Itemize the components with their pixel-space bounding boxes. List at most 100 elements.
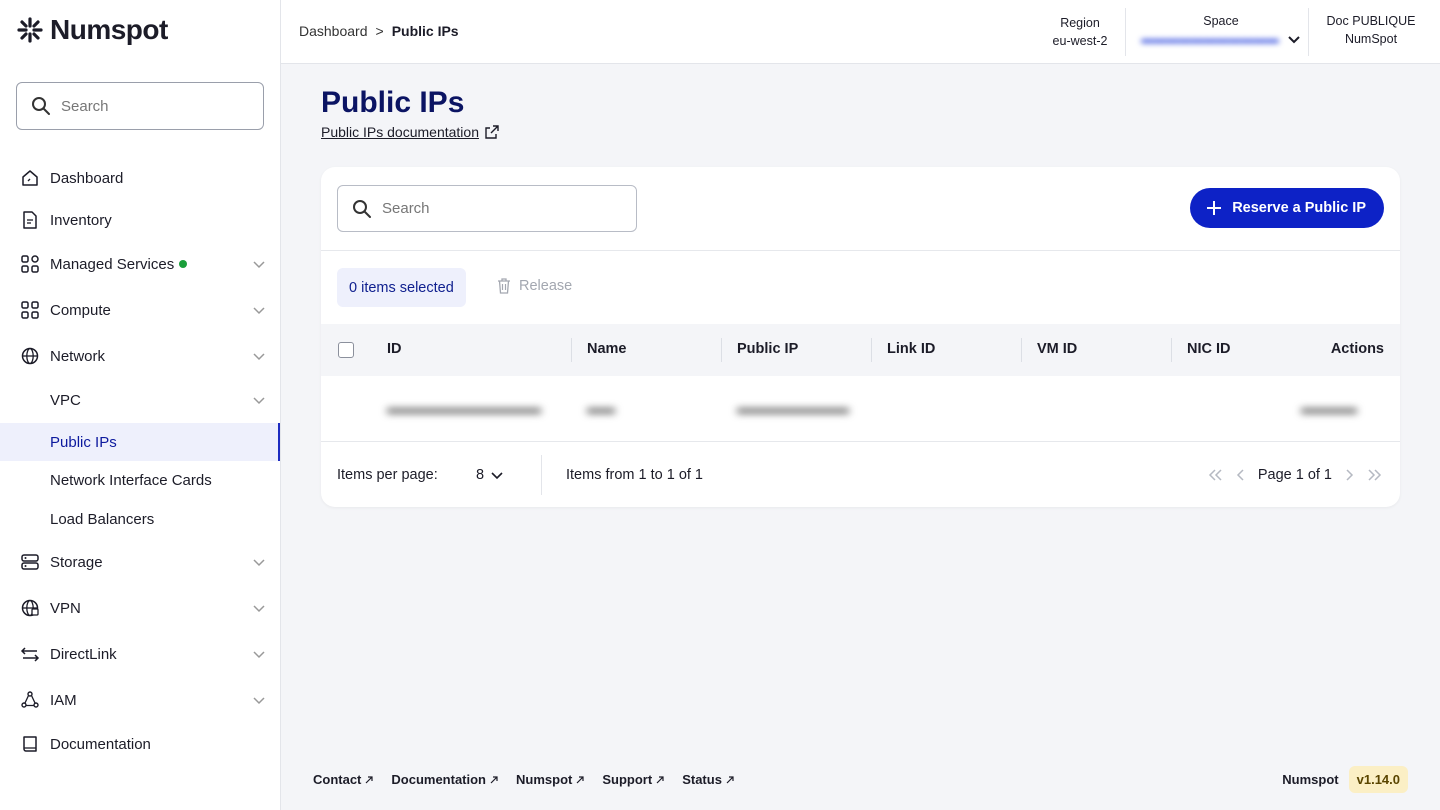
top-bar: Dashboard > Public IPs Region eu-west-2 …: [281, 0, 1440, 64]
sidebar-item-label: Load Balancers: [50, 510, 155, 528]
chevron-down-icon: [253, 307, 265, 315]
column-header-link-id[interactable]: Link ID: [887, 341, 935, 357]
plus-icon: [1207, 201, 1222, 215]
sidebar-search-input[interactable]: [61, 97, 241, 115]
column-header-public-ip[interactable]: Public IP: [737, 341, 798, 357]
reserve-button-label: Reserve a Public IP: [1232, 200, 1366, 216]
footer-brand: Numspot: [1282, 772, 1339, 787]
footer-link-status[interactable]: Status: [682, 772, 734, 787]
page-title: Public IPs: [321, 86, 465, 119]
table-search-input[interactable]: [382, 200, 612, 217]
documentation-link[interactable]: Public IPs documentation: [321, 124, 499, 140]
search-icon: [353, 199, 371, 218]
space-value-redacted: ▬▬▬▬▬▬▬▬▬▬▬: [1141, 32, 1279, 46]
space-selector[interactable]: Space ▬▬▬▬▬▬▬▬▬▬▬: [1141, 14, 1301, 46]
version-info: Numspot v1.14.0: [1282, 766, 1408, 793]
sidebar-search[interactable]: [16, 82, 264, 130]
divider: [321, 250, 1400, 251]
region-label: Region: [1060, 16, 1100, 30]
column-header-actions: Actions: [1330, 341, 1384, 357]
footer-link-label: Documentation: [391, 772, 487, 787]
org-label: Doc PUBLIQUE: [1326, 14, 1416, 28]
items-per-page-select[interactable]: 8: [476, 467, 504, 483]
items-per-page-label: Items per page:: [337, 467, 438, 483]
footer-link-documentation[interactable]: Documentation: [391, 772, 498, 787]
chevron-down-icon: [253, 559, 265, 567]
previous-page-icon[interactable]: [1236, 468, 1246, 482]
sidebar-item-managed-services[interactable]: Managed Services: [0, 245, 280, 283]
cell-public-ip-redacted: ▬▬▬▬▬▬▬▬: [737, 400, 849, 416]
release-button[interactable]: Release: [497, 278, 572, 294]
sidebar-item-label: Storage: [50, 553, 103, 571]
sidebar-item-iam[interactable]: IAM: [0, 681, 280, 719]
sidebar-item-directlink[interactable]: DirectLink: [0, 635, 280, 673]
items-range-label: Items from 1 to 1 of 1: [566, 467, 703, 483]
vpn-globe-icon: [20, 598, 40, 618]
breadcrumb-separator: >: [375, 23, 384, 39]
sidebar-item-public-ips[interactable]: Public IPs: [0, 423, 280, 461]
divider: [541, 455, 542, 495]
select-all-checkbox[interactable]: [338, 342, 354, 358]
region-value: eu-west-2: [1052, 34, 1108, 48]
org-selector[interactable]: Doc PUBLIQUE NumSpot: [1321, 14, 1421, 46]
first-page-icon[interactable]: [1208, 468, 1224, 482]
column-divider: [871, 338, 872, 362]
column-header-name[interactable]: Name: [587, 341, 627, 357]
sidebar-item-compute[interactable]: Compute: [0, 291, 280, 329]
reserve-public-ip-button[interactable]: Reserve a Public IP: [1190, 188, 1384, 228]
footer-link-numspot[interactable]: Numspot: [516, 772, 584, 787]
next-page-icon[interactable]: [1344, 468, 1354, 482]
search-icon: [32, 97, 50, 115]
arrow-up-right-icon: [726, 775, 734, 783]
sidebar-item-dashboard[interactable]: Dashboard: [0, 159, 280, 197]
sidebar-item-label: VPN: [50, 599, 81, 617]
cell-name-redacted: ▬▬: [587, 400, 615, 416]
version-badge: v1.14.0: [1348, 766, 1408, 793]
column-header-nic-id[interactable]: NIC ID: [1187, 341, 1231, 357]
last-page-icon[interactable]: [1366, 468, 1382, 482]
sidebar-item-label: Documentation: [50, 735, 151, 753]
sidebar-item-network-interface-cards[interactable]: Network Interface Cards: [0, 461, 280, 499]
arrow-up-right-icon: [365, 775, 373, 783]
column-header-vm-id[interactable]: VM ID: [1037, 341, 1077, 357]
chevron-down-icon: [253, 261, 265, 269]
header-divider: [1125, 8, 1126, 56]
numspot-logo-icon: [17, 17, 43, 43]
chevron-down-icon: [253, 605, 265, 613]
table-row[interactable]: ▬▬▬▬▬▬▬▬▬▬▬ ▬▬ ▬▬▬▬▬▬▬▬ ▬▬▬▬: [321, 376, 1400, 442]
sidebar-item-label: Compute: [50, 301, 111, 319]
sidebar-item-vpn[interactable]: VPN: [0, 589, 280, 627]
footer-link-support[interactable]: Support: [602, 772, 664, 787]
sidebar-item-label: Network Interface Cards: [50, 471, 212, 489]
footer-link-contact[interactable]: Contact: [313, 772, 373, 787]
footer-link-label: Numspot: [516, 772, 573, 787]
sidebar-item-network[interactable]: Network: [0, 337, 280, 375]
chevron-down-icon: [253, 651, 265, 659]
cell-actions-redacted[interactable]: ▬▬▬▬: [1301, 400, 1357, 416]
sidebar-item-label: Managed Services: [50, 255, 175, 273]
column-header-id[interactable]: ID: [387, 341, 402, 357]
items-per-page-value: 8: [476, 467, 485, 483]
column-divider: [1021, 338, 1022, 362]
sidebar-item-label: Inventory: [50, 211, 112, 229]
region-selector: Region eu-west-2: [1049, 16, 1111, 48]
sidebar-item-inventory[interactable]: Inventory: [0, 201, 280, 239]
sidebar-item-vpc[interactable]: VPC: [0, 381, 280, 419]
brand-name: Numspot: [50, 14, 168, 45]
sidebar-item-label: Network: [50, 347, 106, 365]
sidebar-item-label: Public IPs: [50, 433, 117, 451]
sidebar-item-load-balancers[interactable]: Load Balancers: [0, 500, 280, 538]
logo[interactable]: Numspot: [16, 14, 168, 46]
footer-link-label: Contact: [313, 772, 362, 787]
column-divider: [571, 338, 572, 362]
page-indicator: Page 1 of 1: [1257, 467, 1332, 483]
chevron-down-icon: [253, 697, 265, 705]
globe-icon: [20, 346, 40, 366]
chevron-down-icon: [253, 353, 265, 361]
status-dot: [179, 260, 188, 268]
sidebar-item-storage[interactable]: Storage: [0, 543, 280, 581]
chevron-down-icon: [253, 397, 265, 405]
sidebar-item-documentation[interactable]: Documentation: [0, 725, 280, 763]
table-search[interactable]: [337, 185, 637, 232]
breadcrumb-dashboard-link[interactable]: Dashboard: [299, 23, 368, 39]
